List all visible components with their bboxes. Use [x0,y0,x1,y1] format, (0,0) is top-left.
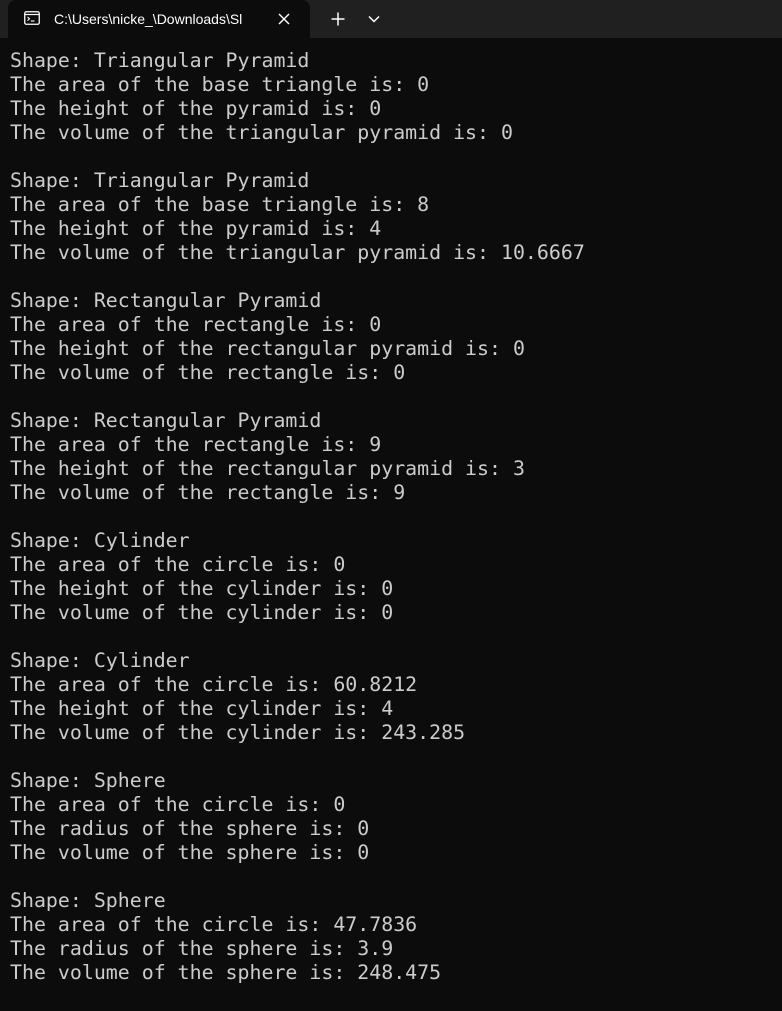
terminal-icon [24,11,40,25]
terminal-line: The height of the pyramid is: 0 [10,97,382,120]
terminal-line: Shape: Rectangular Pyramid [10,289,322,312]
terminal-line: The volume of the sphere is: 248.475 [10,961,442,984]
tab-title: C:\Users\nicke_\Downloads\Sl [54,11,243,27]
terminal-line: Shape: Cylinder [10,649,190,672]
terminal-line: The area of the circle is: 47.7836 [10,913,418,936]
terminal-line: The height of the rectangular pyramid is… [10,337,525,360]
new-tab-plus-icon[interactable] [324,6,352,32]
terminal-window: C:\Users\nicke_\Downloads\Sl Shape: Tria… [0,0,782,1011]
terminal-line: Shape: Triangular Pyramid [10,49,310,72]
terminal-line: Shape: Sphere [10,769,166,792]
terminal-line: The height of the rectangular pyramid is… [10,457,525,480]
terminal-line: The volume of the rectangle is: 9 [10,481,406,504]
terminal-line: The area of the circle is: 60.8212 [10,673,418,696]
terminal-line: The area of the circle is: 0 [10,793,346,816]
close-tab-icon[interactable] [274,9,294,29]
terminal-line: The volume of the rectangle is: 0 [10,361,406,384]
terminal-line: The radius of the sphere is: 3.9 [10,937,394,960]
terminal-line: Shape: Sphere [10,889,166,912]
tab-active[interactable]: C:\Users\nicke_\Downloads\Sl [8,0,310,38]
terminal-line: Shape: Rectangular Pyramid [10,409,322,432]
terminal-line: The volume of the cylinder is: 243.285 [10,721,466,744]
terminal-line: Shape: Cylinder [10,529,190,552]
terminal-line: The height of the cylinder is: 4 [10,697,394,720]
terminal-line: The radius of the sphere is: 0 [10,817,370,840]
terminal-line: The volume of the sphere is: 0 [10,841,370,864]
title-bar: C:\Users\nicke_\Downloads\Sl [0,0,782,38]
terminal-line: The volume of the triangular pyramid is:… [10,241,585,264]
terminal-line: The height of the pyramid is: 4 [10,217,382,240]
chevron-down-icon[interactable] [362,6,386,32]
terminal-line: The area of the base triangle is: 0 [10,73,430,96]
terminal-output[interactable]: Shape: Triangular Pyramid The area of the… [10,49,780,1004]
terminal-line: The volume of the triangular pyramid is:… [10,121,513,144]
terminal-line: Shape: Triangular Pyramid [10,169,310,192]
terminal-line: The height of the cylinder is: 0 [10,577,394,600]
terminal-line: The area of the rectangle is: 9 [10,433,382,456]
terminal-line: The volume of the cylinder is: 0 [10,601,394,624]
terminal-line: The area of the circle is: 0 [10,553,346,576]
terminal-line: The area of the base triangle is: 8 [10,193,430,216]
terminal-line: The area of the rectangle is: 0 [10,313,382,336]
